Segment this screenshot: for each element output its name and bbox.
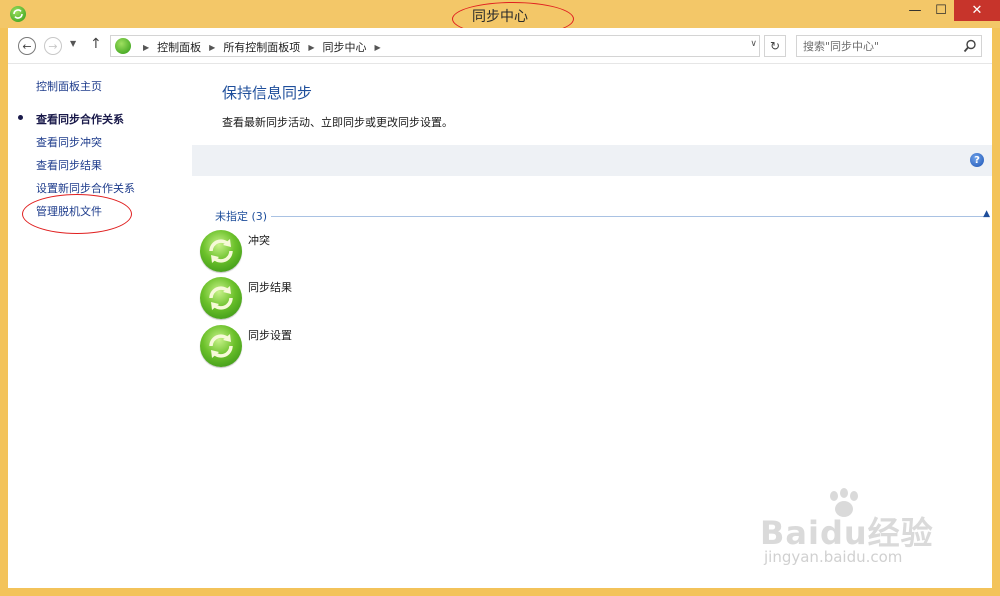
breadcrumb-item-sync-center[interactable]: 同步中心 xyxy=(322,39,366,55)
close-button[interactable]: ✕ xyxy=(954,0,1000,21)
sync-center-icon xyxy=(115,38,131,54)
list-item-label: 同步设置 xyxy=(248,329,292,342)
chevron-right-icon[interactable]: ▶ xyxy=(374,43,380,52)
address-bar[interactable]: ▶ 控制面板 ▶ 所有控制面板项 ▶ 同步中心 ▶ ∨ xyxy=(110,35,760,57)
back-button[interactable]: ← xyxy=(18,37,36,55)
current-item-bullet-icon xyxy=(18,115,23,120)
up-button[interactable]: ↑ xyxy=(90,36,102,52)
sidebar-item-manage-offline-files[interactable]: 管理脱机文件 xyxy=(36,203,102,219)
sidebar-item-view-results[interactable]: 查看同步结果 xyxy=(36,157,102,173)
search-icon[interactable] xyxy=(963,39,977,53)
search-box xyxy=(796,35,982,57)
refresh-button[interactable]: ↻ xyxy=(764,35,786,57)
list-item-label: 冲突 xyxy=(248,234,270,247)
recent-locations-dropdown[interactable]: ▼ xyxy=(70,39,76,48)
page-title: 保持信息同步 xyxy=(222,84,313,102)
sync-icon xyxy=(200,277,242,319)
list-item-sync-results[interactable]: 同步结果 xyxy=(200,277,420,323)
list-item-conflicts[interactable]: 冲突 xyxy=(200,230,420,276)
minimize-button[interactable]: — xyxy=(902,0,928,21)
chevron-down-icon[interactable]: ∨ xyxy=(750,39,757,49)
maximize-button[interactable]: ☐ xyxy=(928,0,954,21)
title-bar: 同步中心 — ☐ ✕ xyxy=(0,0,1000,36)
chevron-up-icon[interactable]: ▲ xyxy=(983,209,990,219)
window-client-area: ← → ▼ ↑ ▶ 控制面板 ▶ 所有控制面板项 ▶ 同步中心 ▶ ∨ ↻ 控制… xyxy=(8,28,992,588)
sidebar-item-setup-partnership[interactable]: 设置新同步合作关系 xyxy=(36,180,135,196)
sidebar-item-control-panel-home[interactable]: 控制面板主页 xyxy=(36,78,102,94)
sync-icon xyxy=(200,325,242,367)
main-content: 保持信息同步 查看最新同步活动、立即同步或更改同步设置。 ? 未指定 (3) ▲… xyxy=(192,64,992,588)
chevron-right-icon[interactable]: ▶ xyxy=(308,43,314,52)
forward-button[interactable]: → xyxy=(44,37,62,55)
breadcrumb: ▶ 控制面板 ▶ 所有控制面板项 ▶ 同步中心 ▶ xyxy=(135,39,389,55)
help-icon[interactable]: ? xyxy=(970,153,984,167)
group-divider xyxy=(271,215,985,217)
search-input[interactable] xyxy=(797,36,957,56)
list-item-sync-settings[interactable]: 同步设置 xyxy=(200,325,420,371)
page-description: 查看最新同步活动、立即同步或更改同步设置。 xyxy=(222,116,453,129)
command-bar: ? xyxy=(192,145,992,176)
window-title: 同步中心 xyxy=(472,9,528,25)
chevron-right-icon[interactable]: ▶ xyxy=(143,43,149,52)
chevron-right-icon[interactable]: ▶ xyxy=(209,43,215,52)
navigation-bar: ← → ▼ ↑ ▶ 控制面板 ▶ 所有控制面板项 ▶ 同步中心 ▶ ∨ ↻ xyxy=(8,28,992,64)
sidebar-item-view-partnerships[interactable]: 查看同步合作关系 xyxy=(36,111,124,127)
breadcrumb-item-all-control-panel-items[interactable]: 所有控制面板项 xyxy=(223,39,300,55)
group-label: 未指定 (3) xyxy=(215,210,268,223)
group-header[interactable]: 未指定 (3) ▲ xyxy=(215,209,990,223)
sidebar: 控制面板主页 查看同步合作关系 查看同步冲突 查看同步结果 设置新同步合作关系 … xyxy=(8,64,192,588)
sync-icon xyxy=(200,230,242,272)
sidebar-item-view-conflicts[interactable]: 查看同步冲突 xyxy=(36,134,102,150)
list-item-label: 同步结果 xyxy=(248,281,292,294)
breadcrumb-item-control-panel[interactable]: 控制面板 xyxy=(157,39,201,55)
